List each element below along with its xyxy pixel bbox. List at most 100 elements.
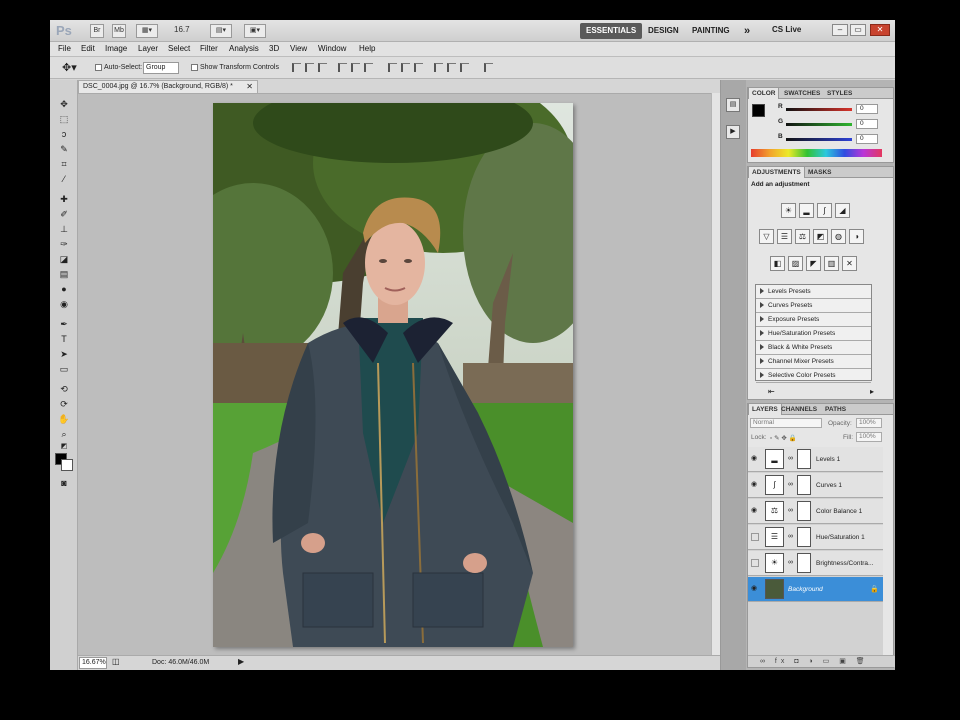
visibility-eye-icon[interactable]: ◉: [751, 481, 759, 489]
crop-tool-icon[interactable]: ⌗: [57, 158, 71, 170]
lock-icons[interactable]: ▫ ✎ ✥ 🔒: [770, 434, 797, 442]
hand-tool-icon[interactable]: ✋: [57, 413, 71, 425]
quick-mask-icon[interactable]: ◙: [57, 477, 71, 489]
preset-item[interactable]: Exposure Presets: [756, 313, 871, 327]
screen-mode-icon[interactable]: ▣▾: [244, 24, 266, 38]
background-color-swatch[interactable]: [61, 459, 73, 471]
distribute-bottom-icon[interactable]: [414, 63, 423, 72]
layer-row[interactable]: ◉ ⚖ ∞ Color Balance 1: [748, 499, 883, 524]
color-balance-icon[interactable]: ⚖: [795, 229, 810, 244]
align-hcenter-icon[interactable]: [351, 63, 360, 72]
auto-select-checkbox[interactable]: [95, 64, 102, 71]
red-channel-slider[interactable]: [786, 108, 852, 111]
zoom-tool-icon[interactable]: ⌕: [57, 428, 71, 440]
history-panel-icon[interactable]: ▤: [726, 98, 740, 112]
chain-link-icon[interactable]: ∞: [788, 507, 793, 514]
menu-window[interactable]: Window: [318, 44, 346, 53]
curves-icon[interactable]: ∫: [817, 203, 832, 218]
mini-bridge-button[interactable]: Mb: [112, 24, 126, 38]
tab-masks[interactable]: MASKS: [805, 167, 834, 178]
preset-item[interactable]: Channel Mixer Presets: [756, 355, 871, 369]
menu-edit[interactable]: Edit: [81, 44, 95, 53]
chain-link-icon[interactable]: ∞: [788, 559, 793, 566]
auto-select-dropdown[interactable]: Group: [143, 62, 179, 74]
distribute-right-icon[interactable]: [460, 63, 469, 72]
blue-channel-value[interactable]: 0: [856, 134, 878, 144]
history-brush-tool-icon[interactable]: ✑: [57, 238, 71, 250]
channel-mixer-icon[interactable]: ◑: [849, 229, 864, 244]
3d-rotate-tool-icon[interactable]: ⟲: [57, 383, 71, 395]
arrange-documents-icon[interactable]: ▤▾: [210, 24, 232, 38]
type-tool-icon[interactable]: T: [57, 333, 71, 345]
preset-item[interactable]: Black & White Presets: [756, 341, 871, 355]
red-channel-value[interactable]: 0: [856, 104, 878, 114]
layer-mask-thumbnail[interactable]: [797, 501, 811, 521]
brightness-contrast-icon[interactable]: ☀: [781, 203, 796, 218]
layer-row-selected[interactable]: ◉ Background 🔒: [748, 577, 883, 602]
gradient-tool-icon[interactable]: ▤: [57, 268, 71, 280]
green-channel-value[interactable]: 0: [856, 119, 878, 129]
hue-saturation-icon[interactable]: ☰: [777, 229, 792, 244]
fill-field[interactable]: 100%: [856, 432, 882, 442]
visibility-eye-icon[interactable]: ◉: [751, 455, 759, 463]
tab-paths[interactable]: PATHS: [822, 404, 849, 415]
posterize-icon[interactable]: ▨: [788, 256, 803, 271]
chain-link-icon[interactable]: ∞: [788, 533, 793, 540]
tab-swatches[interactable]: SWATCHES: [781, 88, 823, 99]
distribute-left-icon[interactable]: [434, 63, 443, 72]
blend-mode-dropdown[interactable]: Normal: [750, 418, 822, 428]
align-right-icon[interactable]: [364, 63, 373, 72]
visibility-eye-icon[interactable]: ◉: [751, 585, 759, 593]
distribute-hcenter-icon[interactable]: [447, 63, 456, 72]
layer-row[interactable]: ☀ ∞ Brightness/Contra...: [748, 551, 883, 576]
show-transform-checkbox[interactable]: [191, 64, 198, 71]
preset-item[interactable]: Levels Presets: [756, 285, 871, 299]
menu-filter[interactable]: Filter: [200, 44, 218, 53]
shape-tool-icon[interactable]: ▭: [57, 363, 71, 375]
layers-footer-icons[interactable]: ∞ fx ◘ ◑ ▭ ▣ 🗑: [748, 655, 895, 667]
view-extras-icon[interactable]: ▦▾: [136, 24, 158, 38]
path-selection-tool-icon[interactable]: ➤: [57, 348, 71, 360]
tab-layers[interactable]: LAYERS: [748, 404, 782, 415]
exposure-icon[interactable]: ◢: [835, 203, 850, 218]
zoom-percentage-field[interactable]: 16.67%: [79, 657, 107, 669]
layer-row[interactable]: ◉ ∫ ∞ Curves 1: [748, 473, 883, 498]
preset-item[interactable]: Curves Presets: [756, 299, 871, 313]
tab-adjustments[interactable]: ADJUSTMENTS: [748, 167, 805, 178]
layer-mask-thumbnail[interactable]: [797, 449, 811, 469]
minimize-icon[interactable]: –: [832, 24, 848, 36]
menu-select[interactable]: Select: [168, 44, 190, 53]
layer-mask-thumbnail[interactable]: [797, 475, 811, 495]
tab-styles[interactable]: STYLES: [824, 88, 855, 99]
menu-help[interactable]: Help: [359, 44, 375, 53]
auto-align-icon[interactable]: [484, 63, 493, 72]
status-export-icon[interactable]: ◫: [112, 657, 120, 666]
healing-brush-tool-icon[interactable]: ✚: [57, 193, 71, 205]
photo-filter-icon[interactable]: ◍: [831, 229, 846, 244]
maximize-icon[interactable]: ▭: [850, 24, 866, 36]
bridge-button[interactable]: Br: [90, 24, 104, 38]
layer-row[interactable]: ◉ ▂ ∞ Levels 1: [748, 447, 883, 472]
menu-layer[interactable]: Layer: [138, 44, 158, 53]
align-left-icon[interactable]: [338, 63, 347, 72]
chain-link-icon[interactable]: ∞: [788, 455, 793, 462]
eraser-tool-icon[interactable]: ◪: [57, 253, 71, 265]
more-workspaces-icon[interactable]: »: [738, 23, 756, 39]
canvas-area[interactable]: [78, 93, 711, 655]
color-spectrum-bar[interactable]: [751, 149, 882, 157]
menu-analysis[interactable]: Analysis: [229, 44, 259, 53]
close-document-icon[interactable]: ✕: [246, 81, 253, 93]
distribute-top-icon[interactable]: [388, 63, 397, 72]
close-icon[interactable]: ✕: [870, 24, 890, 36]
chain-link-icon[interactable]: ∞: [788, 481, 793, 488]
document-tab[interactable]: DSC_0004.jpg @ 16.7% (Background, RGB/8)…: [78, 80, 258, 93]
layer-mask-thumbnail[interactable]: [797, 527, 811, 547]
blur-tool-icon[interactable]: ●: [57, 283, 71, 295]
workspace-essentials[interactable]: ESSENTIALS: [580, 23, 643, 39]
visibility-toggle-empty[interactable]: [751, 533, 759, 541]
vibrance-icon[interactable]: ▽: [759, 229, 774, 244]
menu-view[interactable]: View: [290, 44, 307, 53]
align-vcenter-icon[interactable]: [305, 63, 314, 72]
visibility-toggle-empty[interactable]: [751, 559, 759, 567]
gradient-map-icon[interactable]: ▥: [824, 256, 839, 271]
